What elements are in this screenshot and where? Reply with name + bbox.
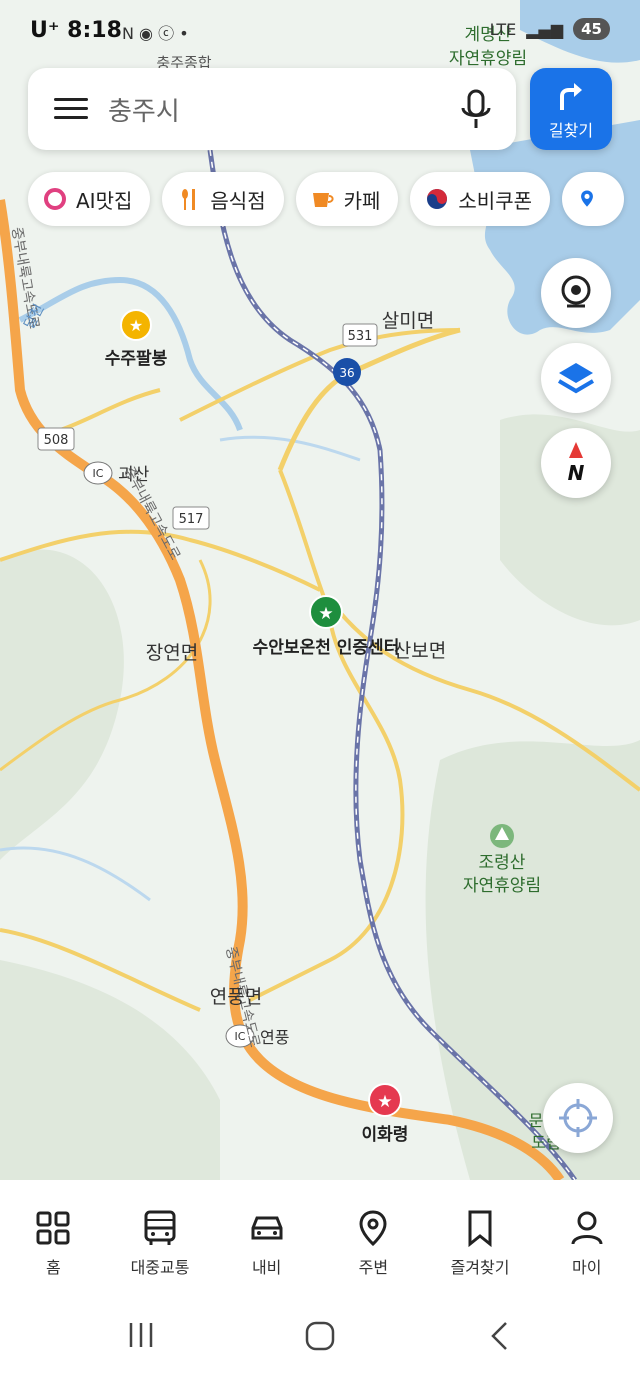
nav-nearby[interactable]: 주변 (320, 1200, 427, 1300)
location-badge-icon (581, 190, 593, 207)
route-badge-508: 508 (37, 427, 75, 451)
my-location-button[interactable] (543, 1083, 613, 1153)
nav-transit[interactable]: 대중교통 (107, 1200, 214, 1300)
route-badge-36: 36 (333, 358, 361, 386)
back-button[interactable] (488, 1320, 512, 1356)
search-bar[interactable]: 충주시 (28, 68, 516, 150)
bottom-nav: 홈 대중교통 내비 주변 즐겨찾기 마이 (0, 1200, 640, 1300)
map-label-joryeong: 조령산 (479, 853, 526, 873)
map-label-salmimyeon: 살미면 (382, 310, 434, 332)
svg-text:★: ★ (318, 604, 333, 624)
ic-label-yeonpung: 연풍 (260, 1028, 289, 1047)
svg-text:508: 508 (44, 433, 69, 448)
coffee-cup-icon (312, 193, 334, 207)
map-layers-button[interactable] (541, 343, 611, 413)
home-button[interactable] (304, 1320, 336, 1356)
cctv-icon (561, 275, 591, 308)
recent-apps-icon (129, 1323, 153, 1347)
chip-cafe[interactable]: 카페 (295, 172, 399, 226)
bus-icon (144, 1210, 176, 1245)
compass-icon: N (568, 442, 585, 485)
microphone-icon[interactable] (458, 88, 494, 132)
compass-button[interactable]: N (541, 428, 611, 498)
nav-home[interactable]: 홈 (0, 1200, 107, 1300)
svg-text:N: N (568, 461, 585, 485)
search-input[interactable]: 충주시 (108, 91, 180, 128)
status-bar: U⁺ 8:18 N ◉ ⓒ • LTE ▂▄▆ 45 (0, 0, 640, 64)
category-chips: AI맛집 음식점 카페 소비쿠폰 (28, 172, 625, 228)
directions-arrow-icon (560, 83, 582, 110)
map-label-mun: 문 (529, 1111, 544, 1130)
directions-button[interactable]: 길찾기 (530, 68, 612, 150)
map-label-joryeong-forest: 자연휴양림 (463, 876, 541, 896)
bookmark-icon (468, 1210, 492, 1248)
car-icon (251, 1216, 283, 1240)
poi-marker-suanbo: ★ (309, 595, 343, 629)
menu-icon[interactable] (54, 92, 88, 126)
ic-badge-goesan: IC (83, 461, 113, 485)
battery-icon: 45 (573, 18, 610, 40)
svg-text:IC: IC (93, 467, 104, 480)
crosshair-icon (559, 1099, 597, 1137)
cctv-button[interactable] (541, 258, 611, 328)
status-notification-icons: N ◉ ⓒ • (122, 24, 189, 43)
chip-more[interactable] (562, 172, 625, 226)
map-label-yeonpungmyeon: 연풍면 (210, 986, 262, 1008)
svg-text:★: ★ (377, 1092, 392, 1112)
poi-marker-suju: ★ (120, 309, 152, 341)
signal-icon: ▂▄▆ (526, 19, 564, 39)
layers-icon (557, 363, 595, 394)
route-badge-517: 517 (172, 506, 210, 530)
home-icon (305, 1321, 335, 1351)
svg-text:★: ★ (129, 316, 143, 335)
svg-text:531: 531 (348, 329, 373, 344)
map-label-suju: 수주팔봉 (105, 349, 168, 369)
map-label-jangyeonmyeon: 장연면 (146, 642, 198, 664)
chip-ai-restaurants[interactable]: AI맛집 (28, 172, 151, 226)
svg-text:36: 36 (339, 366, 354, 380)
system-navigation-bar (0, 1320, 640, 1370)
nav-favorites[interactable]: 즐겨찾기 (427, 1200, 534, 1300)
nav-navigation[interactable]: 내비 (213, 1200, 320, 1300)
ai-ring-icon (44, 188, 66, 210)
svg-text:517: 517 (179, 512, 204, 527)
person-icon (571, 1211, 603, 1245)
map-label-suanbo: 수안보온천 인증센터 (253, 638, 400, 658)
lte-icon: LTE (489, 19, 517, 39)
chip-coupon[interactable]: 소비쿠폰 (410, 172, 551, 226)
map-label-ihwaryeong: 이화령 (362, 1124, 409, 1145)
back-icon (491, 1322, 507, 1350)
status-time: U⁺ 8:18 (30, 18, 122, 43)
route-badge-531: 531 (342, 323, 378, 347)
poi-marker-ihwaryeong: ★ (368, 1083, 402, 1117)
korea-flag-icon (427, 189, 448, 209)
chip-restaurants[interactable]: 음식점 (162, 172, 284, 226)
location-pin-icon (359, 1210, 387, 1247)
home-grid-icon (36, 1211, 70, 1245)
nav-my[interactable]: 마이 (533, 1200, 640, 1300)
status-right: LTE ▂▄▆ 45 (490, 18, 610, 40)
map-label-sanbomyeon: 산보면 (394, 640, 446, 662)
fork-knife-icon (182, 189, 196, 210)
poi-marker-joryeong (490, 824, 514, 848)
bottom-panel: 홈 대중교통 내비 주변 즐겨찾기 마이 (0, 1180, 640, 1387)
directions-label: 길찾기 (548, 121, 594, 140)
recent-apps-button[interactable] (126, 1320, 156, 1354)
